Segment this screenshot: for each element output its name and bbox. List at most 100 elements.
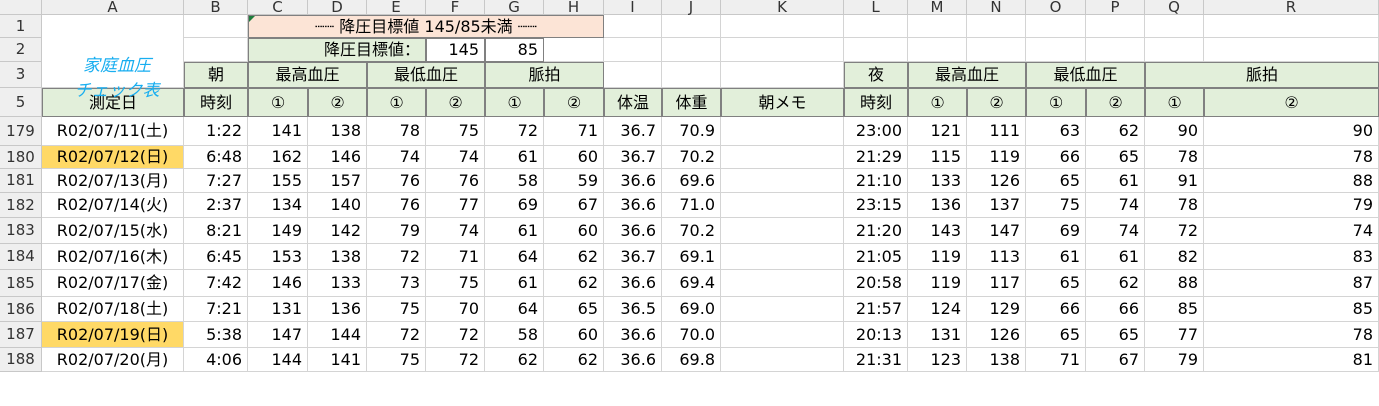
cell-am-dia1[interactable]: 73 [367,270,426,297]
cell-am-p2[interactable]: 62 [544,244,604,270]
cell-pm-dia2[interactable]: 67 [1086,348,1145,372]
cell-pm-dia1[interactable]: 71 [1026,348,1086,372]
cell-pm-p1[interactable]: 77 [1145,322,1204,348]
cell-date[interactable]: R02/07/12(日) [42,146,184,169]
cell-am-dia2[interactable]: 74 [426,218,485,244]
target-diastolic[interactable]: 85 [485,38,544,62]
column-header-k[interactable]: K [721,0,844,15]
cell-pm-dia1[interactable]: 65 [1026,169,1086,193]
row-header-188[interactable]: 188 [0,348,42,372]
cell-pm-p1[interactable]: 78 [1145,146,1204,169]
cell-am-p2[interactable]: 60 [544,218,604,244]
cell-am-sys1[interactable]: 146 [248,270,308,297]
cell-temp[interactable]: 36.6 [604,193,662,218]
cell-weight[interactable]: 70.0 [662,322,721,348]
header-first[interactable]: ① [1145,88,1204,117]
column-header-p[interactable]: P [1086,0,1145,15]
cell-am-dia1[interactable]: 76 [367,169,426,193]
cell-pm-dia2[interactable]: 61 [1086,244,1145,270]
cell-pm-time[interactable]: 21:10 [844,169,908,193]
cell-pm-p2[interactable]: 90 [1204,117,1379,146]
cell-am-dia1[interactable]: 78 [367,117,426,146]
cell-pm-p2[interactable]: 78 [1204,322,1379,348]
cell-date[interactable]: R02/07/17(金) [42,270,184,297]
cell-pm-sys2[interactable]: 138 [967,348,1026,372]
cell-pm-dia2[interactable]: 65 [1086,322,1145,348]
cell-temp[interactable]: 36.5 [604,297,662,322]
cell-pm-sys1[interactable]: 115 [908,146,967,169]
cell-b1[interactable] [184,15,248,38]
cell-weight[interactable]: 71.0 [662,193,721,218]
header-morning[interactable]: 朝 [184,62,248,88]
row-header-1[interactable]: 1 [0,15,42,38]
cell-am-p1[interactable]: 61 [485,218,544,244]
cell-empty[interactable] [604,62,662,88]
cell-pm-time[interactable]: 21:05 [844,244,908,270]
cell-pm-dia2[interactable]: 62 [1086,270,1145,297]
cell-temp[interactable]: 36.6 [604,322,662,348]
cell-temp[interactable]: 36.6 [604,169,662,193]
header-first[interactable]: ① [248,88,308,117]
cell-pm-dia1[interactable]: 66 [1026,297,1086,322]
cell-am-memo[interactable] [721,193,844,218]
cell-pm-p2[interactable]: 78 [1204,146,1379,169]
cell-am-sys1[interactable]: 134 [248,193,308,218]
cell-am-sys1[interactable]: 147 [248,322,308,348]
cell-weight[interactable]: 69.6 [662,169,721,193]
cell-temp[interactable]: 36.6 [604,348,662,372]
cell-pm-sys1[interactable]: 133 [908,169,967,193]
cell-am-memo[interactable] [721,218,844,244]
cell-pm-sys2[interactable]: 117 [967,270,1026,297]
header-first[interactable]: ① [908,88,967,117]
cell-pm-p1[interactable]: 91 [1145,169,1204,193]
cell-am-p1[interactable]: 61 [485,270,544,297]
header-second[interactable]: ② [426,88,485,117]
cell-pm-sys1[interactable]: 121 [908,117,967,146]
cell-am-time[interactable]: 7:42 [184,270,248,297]
cell-am-time[interactable]: 7:27 [184,169,248,193]
cell-am-sys2[interactable]: 142 [308,218,367,244]
column-header-j[interactable]: J [662,0,721,15]
cell-am-p1[interactable]: 58 [485,322,544,348]
cell-pm-sys2[interactable]: 126 [967,169,1026,193]
cell-pm-sys2[interactable]: 119 [967,146,1026,169]
row-header-2[interactable]: 2 [0,38,42,62]
cell-pm-dia2[interactable]: 62 [1086,117,1145,146]
cell-am-sys1[interactable]: 131 [248,297,308,322]
column-header-o[interactable]: O [1026,0,1086,15]
cell-empty[interactable] [1086,15,1145,38]
header-temp[interactable]: 体温 [604,88,662,117]
header-am-pulse[interactable]: 脈拍 [485,62,604,88]
cell-am-p1[interactable]: 69 [485,193,544,218]
cell-am-sys2[interactable]: 144 [308,322,367,348]
cell-am-dia2[interactable]: 70 [426,297,485,322]
header-first[interactable]: ① [485,88,544,117]
cell-date[interactable]: R02/07/15(水) [42,218,184,244]
header-second[interactable]: ② [967,88,1026,117]
cell-am-sys1[interactable]: 149 [248,218,308,244]
cell-empty[interactable] [908,38,967,62]
column-header-g[interactable]: G [485,0,544,15]
cell-pm-sys2[interactable]: 113 [967,244,1026,270]
cell-am-sys2[interactable]: 146 [308,146,367,169]
cell-am-time[interactable]: 6:45 [184,244,248,270]
cell-pm-dia1[interactable]: 65 [1026,322,1086,348]
column-header-f[interactable]: F [426,0,485,15]
cell-pm-p2[interactable]: 88 [1204,169,1379,193]
cell-am-memo[interactable] [721,322,844,348]
cell-empty[interactable] [967,38,1026,62]
cell-pm-dia1[interactable]: 63 [1026,117,1086,146]
cell-empty[interactable] [908,15,967,38]
cell-h2[interactable] [544,38,604,62]
column-header-n[interactable]: N [967,0,1026,15]
cell-weight[interactable]: 69.8 [662,348,721,372]
cell-am-p2[interactable]: 62 [544,270,604,297]
cell-am-p1[interactable]: 72 [485,117,544,146]
header-weight[interactable]: 体重 [662,88,721,117]
cell-am-p1[interactable]: 58 [485,169,544,193]
cell-am-p1[interactable]: 61 [485,146,544,169]
cell-am-time[interactable]: 5:38 [184,322,248,348]
cell-pm-sys1[interactable]: 131 [908,322,967,348]
column-header-i[interactable]: I [604,0,662,15]
cell-pm-p1[interactable]: 82 [1145,244,1204,270]
